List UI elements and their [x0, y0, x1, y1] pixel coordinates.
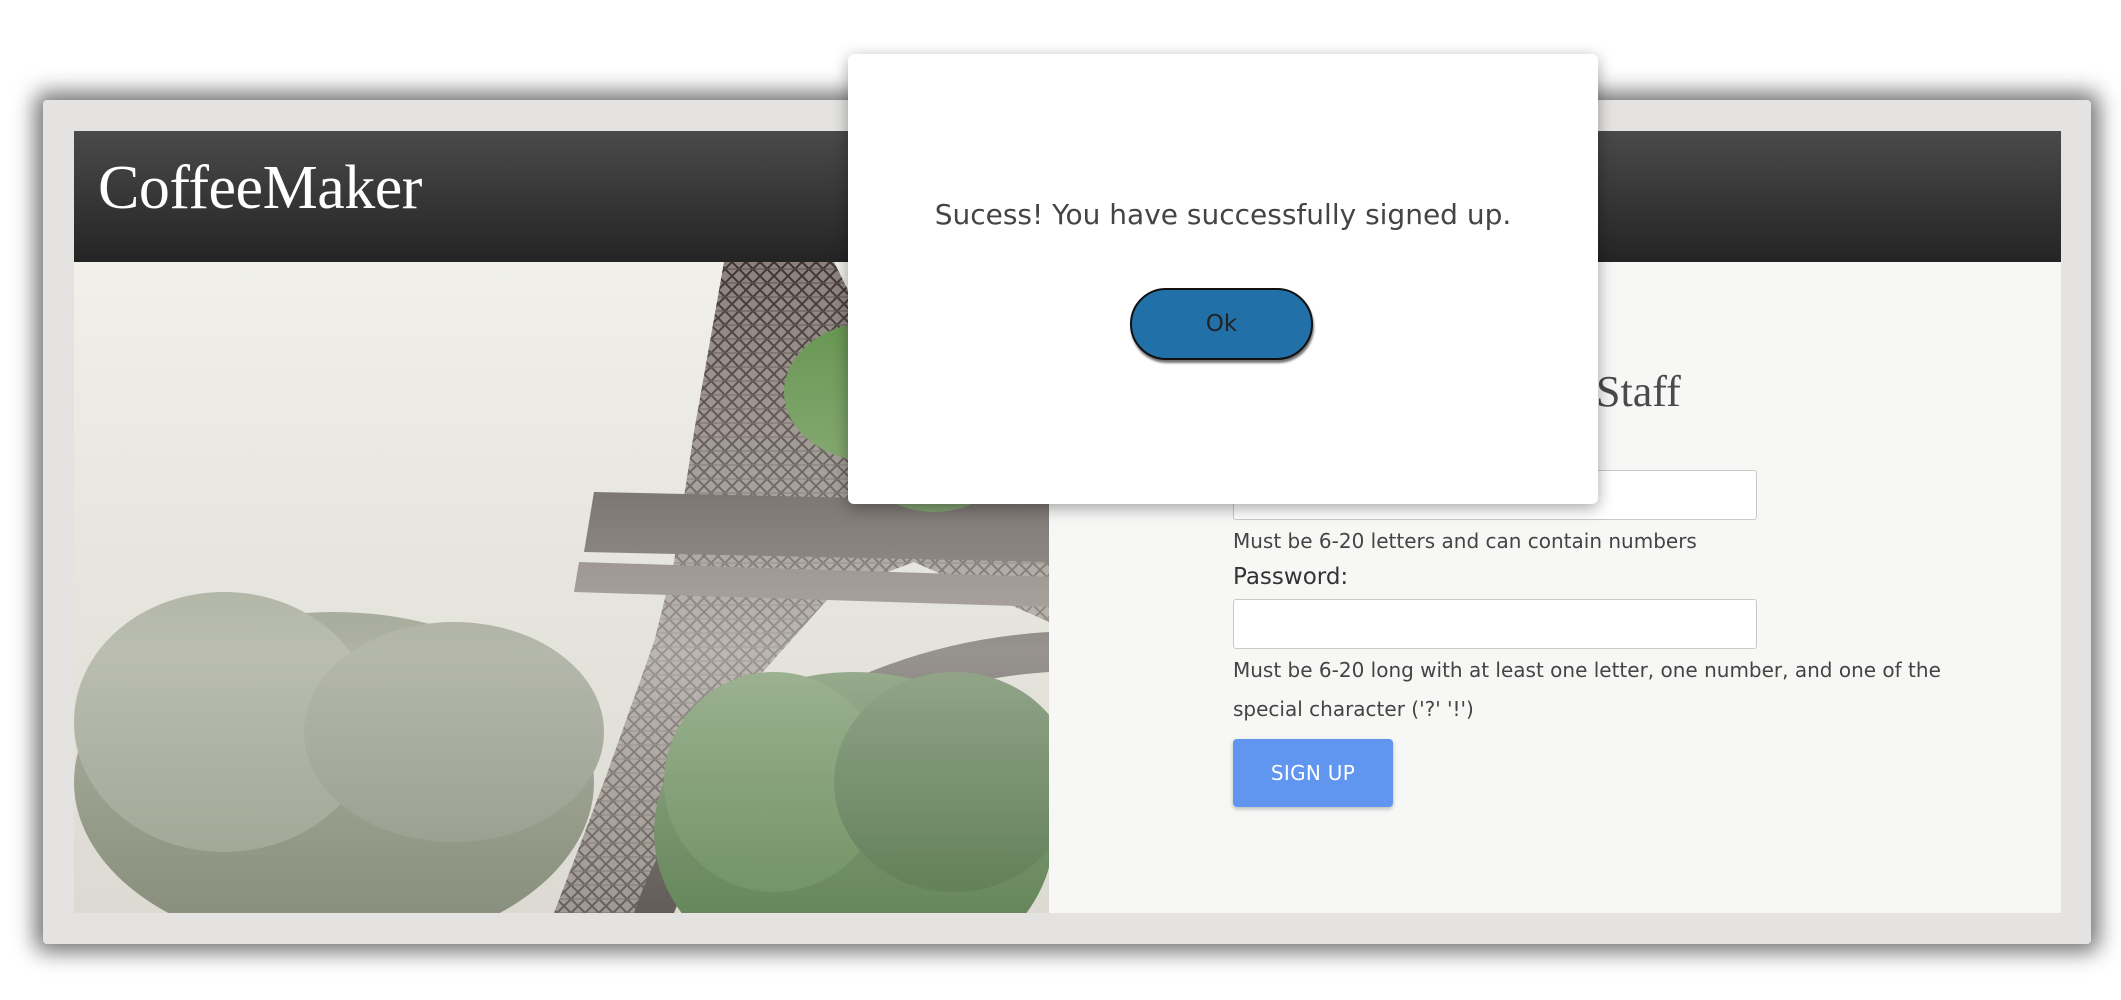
password-label: Password:: [1233, 564, 1349, 590]
username-hint: Must be 6-20 letters and can contain num…: [1233, 529, 1697, 553]
dialog-message: Sucess! You have successfully signed up.: [934, 198, 1512, 231]
app-logo: CoffeeMaker: [98, 154, 422, 222]
password-input[interactable]: [1233, 599, 1757, 649]
password-hint-line-2: special character ('?' '!'): [1233, 697, 1474, 721]
ok-button[interactable]: Ok: [1130, 288, 1313, 360]
password-hint-line-1: Must be 6-20 long with at least one lett…: [1233, 658, 1941, 682]
sign-up-button[interactable]: SIGN UP: [1233, 739, 1393, 807]
success-dialog: Sucess! You have successfully signed up.…: [848, 54, 1598, 504]
form-title: Staff: [1596, 367, 1681, 416]
